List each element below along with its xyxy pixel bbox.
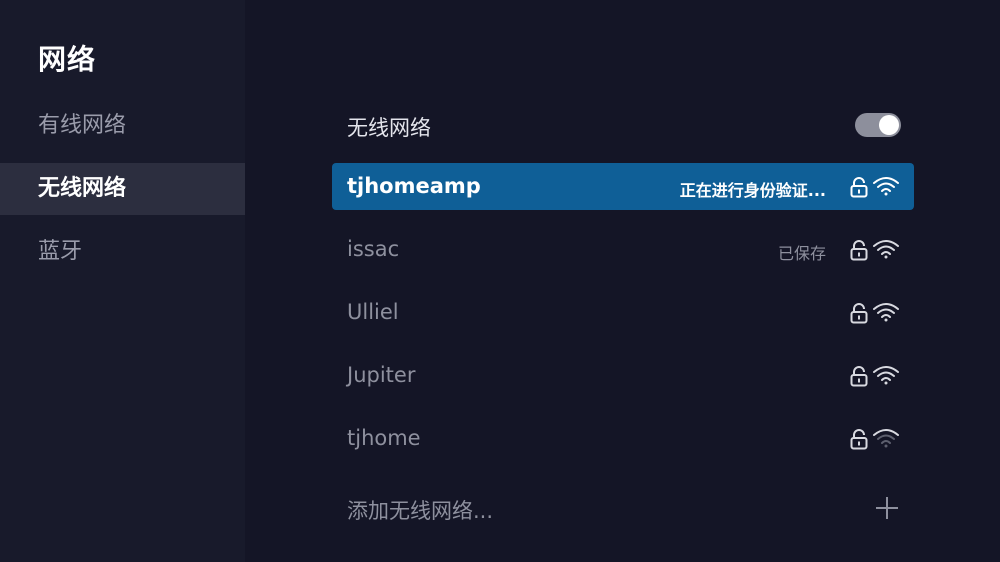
plus-icon [876, 497, 898, 519]
sidebar-item-wired-network[interactable]: 有线网络 [0, 100, 245, 152]
page-title: 网络 [38, 43, 97, 76]
add-network-label: 添加无线网络... [347, 499, 494, 523]
network-name: tjhomeamp [347, 174, 481, 198]
main-panel: 无线网络 tjhomeamp 正在进行身份验证... issac 已保存 Ull… [245, 0, 1000, 562]
lock-icon [850, 240, 868, 261]
network-name: tjhome [347, 426, 421, 450]
wifi-toggle-label: 无线网络 [347, 116, 431, 140]
sidebar-item-wireless-network[interactable]: 无线网络 [0, 163, 245, 215]
network-row-issac[interactable]: issac 已保存 [332, 226, 914, 273]
network-row-tjhome[interactable]: tjhome [332, 415, 914, 462]
add-network-button[interactable]: 添加无线网络... [332, 484, 914, 531]
sidebar: 网络 有线网络 无线网络 蓝牙 [0, 0, 245, 562]
network-row-ulliel[interactable]: Ulliel [332, 289, 914, 336]
wifi-signal-full-icon [873, 240, 899, 259]
lock-icon [850, 303, 868, 324]
sidebar-item-bluetooth[interactable]: 蓝牙 [0, 226, 245, 278]
wifi-signal-full-icon [873, 177, 899, 196]
network-name: issac [347, 237, 400, 261]
toggle-knob [879, 115, 899, 135]
lock-icon [850, 177, 868, 198]
lock-icon [850, 429, 868, 450]
network-status: 已保存 [777, 244, 826, 263]
wifi-signal-weak-icon [873, 429, 899, 448]
wifi-toggle-switch[interactable] [855, 113, 901, 137]
network-row-tjhomeamp[interactable]: tjhomeamp 正在进行身份验证... [332, 163, 914, 210]
wifi-toggle-row[interactable]: 无线网络 [245, 100, 1000, 152]
network-name: Ulliel [347, 300, 399, 324]
network-name: Jupiter [347, 363, 416, 387]
wifi-signal-full-icon [873, 366, 899, 385]
lock-icon [850, 366, 868, 387]
wifi-signal-full-icon [873, 303, 899, 322]
network-status: 正在进行身份验证... [679, 181, 826, 200]
network-row-jupiter[interactable]: Jupiter [332, 352, 914, 399]
